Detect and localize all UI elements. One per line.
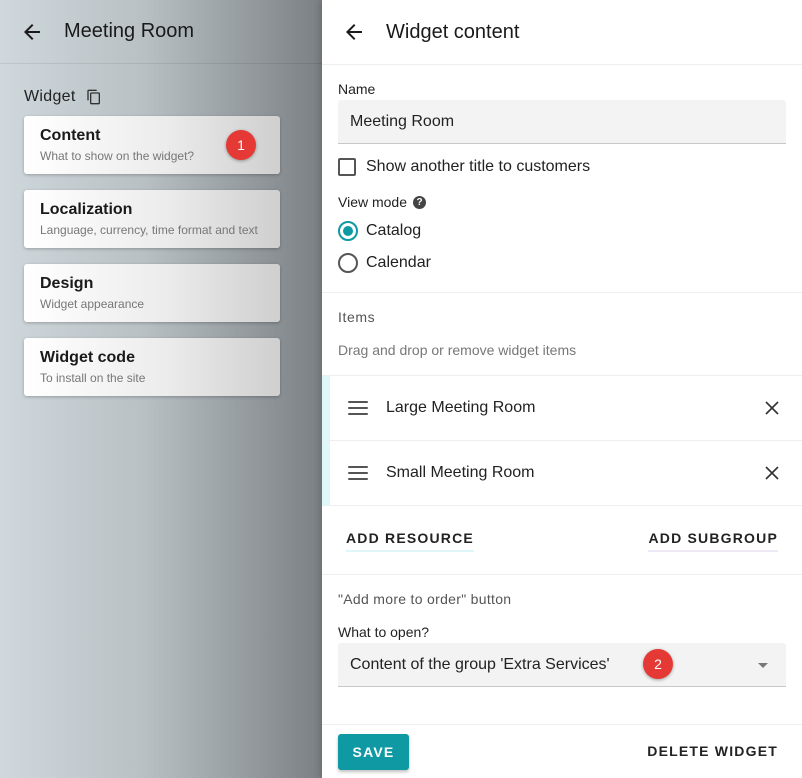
section-divider (322, 292, 802, 293)
close-icon[interactable] (764, 400, 780, 416)
copy-icon[interactable] (86, 89, 102, 105)
drag-handle-icon[interactable] (348, 401, 368, 415)
widget-label-text: Widget (24, 88, 76, 105)
section-divider (322, 574, 802, 575)
radio-label: Catalog (366, 222, 422, 239)
right-header: Widget content (322, 0, 802, 65)
nav-card-localization[interactable]: Localization Language, currency, time fo… (24, 190, 280, 248)
item-label: Large Meeting Room (386, 399, 536, 416)
dropdown-caret-icon[interactable] (758, 663, 768, 668)
drag-handle-icon[interactable] (348, 466, 368, 480)
select-value: Content of the group 'Extra Services' (350, 655, 610, 673)
back-arrow-icon[interactable] (340, 18, 368, 46)
radio-label: Calendar (366, 254, 431, 271)
name-label: Name (338, 81, 376, 97)
nav-card-title: Design (40, 275, 94, 292)
list-item[interactable]: Large Meeting Room (322, 376, 802, 441)
show-title-checkbox-row[interactable]: Show another title to customers (338, 158, 590, 176)
footer-divider (322, 724, 802, 725)
nav-card-design[interactable]: Design Widget appearance (24, 264, 280, 322)
step-badge-2: 2 (643, 649, 673, 679)
list-item[interactable]: Small Meeting Room (322, 441, 802, 506)
show-title-checkbox-label: Show another title to customers (366, 158, 591, 175)
back-arrow-icon[interactable] (18, 18, 46, 46)
nav-card-subtitle: Language, currency, time format and text (40, 223, 258, 237)
widget-section-label: Widget (24, 88, 102, 106)
view-mode-catalog-option[interactable]: Catalog (338, 221, 421, 241)
help-icon[interactable]: ? (413, 195, 427, 209)
right-panel-title: Widget content (386, 20, 520, 43)
widget-content-panel: Widget content Name Meeting Room Show an… (322, 0, 802, 778)
nav-card-subtitle: To install on the site (40, 371, 146, 385)
items-hint: Drag and drop or remove widget items (338, 342, 577, 358)
view-mode-calendar-option[interactable]: Calendar (338, 253, 431, 273)
add-resource-button[interactable]: ADD RESOURCE (346, 530, 474, 552)
what-to-open-label: What to open? (338, 624, 430, 640)
delete-widget-button[interactable]: DELETE WIDGET (647, 743, 778, 759)
what-to-open-select[interactable]: Content of the group 'Extra Services' (338, 643, 786, 687)
view-mode-label: View mode (338, 194, 408, 210)
left-panel-title: Meeting Room (64, 20, 195, 42)
item-label: Small Meeting Room (386, 464, 535, 481)
add-subgroup-button[interactable]: ADD SUBGROUP (648, 530, 778, 552)
close-icon[interactable] (764, 465, 780, 481)
radio-unchecked-icon[interactable] (338, 253, 358, 273)
radio-checked-icon[interactable] (338, 221, 358, 241)
items-label: Items (338, 309, 376, 325)
widget-nav-panel: Meeting Room Widget Content What to show… (0, 0, 322, 778)
step-badge-1: 1 (226, 130, 256, 160)
save-button[interactable]: SAVE (338, 734, 409, 770)
nav-card-widget-code[interactable]: Widget code To install on the site (24, 338, 280, 396)
name-input[interactable]: Meeting Room (338, 100, 786, 144)
show-title-checkbox[interactable] (338, 158, 356, 176)
view-mode-label-row: View mode ? (338, 194, 427, 210)
nav-card-title: Widget code (40, 349, 135, 366)
add-more-label: "Add more to order" button (338, 591, 512, 607)
left-header: Meeting Room (0, 0, 322, 64)
nav-card-title: Localization (40, 201, 133, 218)
nav-card-subtitle: Widget appearance (40, 297, 145, 311)
